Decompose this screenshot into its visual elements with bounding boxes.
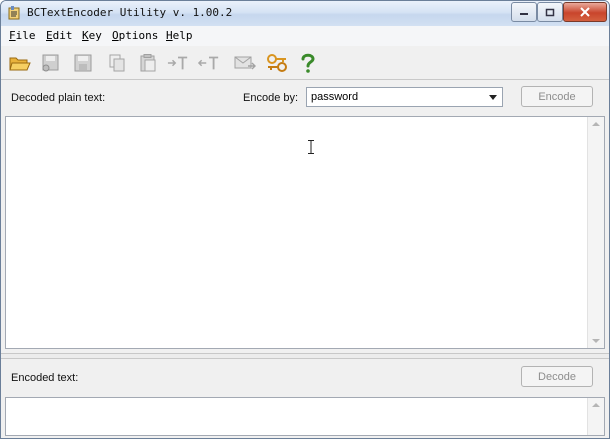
close-icon <box>580 7 590 17</box>
close-button[interactable] <box>563 2 607 22</box>
email-icon <box>234 56 256 70</box>
copy-button[interactable] <box>106 52 128 74</box>
encode-by-select[interactable]: password <box>306 87 503 107</box>
encoded-text-label: Encoded text: <box>11 372 79 384</box>
title-bar[interactable]: BCTextEncoder Utility v. 1.00.2 <box>1 1 609 26</box>
paste-button[interactable] <box>137 52 159 74</box>
decode-text-icon <box>198 56 219 70</box>
maximize-button[interactable] <box>537 2 563 22</box>
key-manager-button[interactable] <box>266 52 288 74</box>
encoded-text-area[interactable] <box>5 397 605 436</box>
save-key-button[interactable] <box>40 52 62 74</box>
menu-bar: File Edit Key Options Help <box>1 26 609 46</box>
dropdown-arrow-icon[interactable] <box>489 95 497 100</box>
app-window: BCTextEncoder Utility v. 1.00.2 File Edi… <box>0 0 610 439</box>
toolbar <box>1 46 609 80</box>
encode-text-icon <box>167 56 188 70</box>
save-key-icon <box>42 54 59 72</box>
decode-text-button[interactable] <box>198 52 220 74</box>
encode-button[interactable]: Encode <box>521 86 593 107</box>
minimize-icon <box>520 13 528 15</box>
decode-button[interactable]: Decode <box>521 366 593 387</box>
app-icon <box>8 6 20 20</box>
open-button[interactable] <box>9 52 31 74</box>
help-icon <box>301 53 315 73</box>
encode-text-button[interactable] <box>167 52 189 74</box>
window-title: BCTextEncoder Utility v. 1.00.2 <box>27 6 233 19</box>
menu-help[interactable]: Help <box>166 29 193 42</box>
scroll-up-icon[interactable] <box>592 122 600 126</box>
copy-icon <box>109 54 125 72</box>
menu-options[interactable]: Options <box>112 29 158 42</box>
pane-splitter[interactable] <box>1 353 609 359</box>
scroll-up-icon[interactable] <box>592 403 600 407</box>
keys-icon <box>267 54 287 72</box>
help-button[interactable] <box>297 52 319 74</box>
maximize-icon <box>545 8 555 16</box>
decoded-text-label: Decoded plain text: <box>11 92 106 104</box>
text-cursor-icon <box>308 140 314 154</box>
menu-edit[interactable]: Edit <box>46 29 73 42</box>
scroll-down-icon[interactable] <box>592 339 600 343</box>
menu-file[interactable]: File <box>9 29 36 42</box>
encoded-scrollbar[interactable] <box>587 398 604 435</box>
decoded-text-area[interactable] <box>5 116 605 349</box>
open-folder-icon <box>9 57 31 71</box>
decoded-scrollbar[interactable] <box>587 117 604 348</box>
save-button[interactable] <box>72 52 94 74</box>
encode-by-label: Encode by: <box>243 92 299 104</box>
paste-icon <box>140 54 156 72</box>
encode-by-value: password <box>311 91 359 103</box>
menu-key[interactable]: Key <box>82 29 102 42</box>
save-icon <box>74 54 92 72</box>
minimize-button[interactable] <box>511 2 537 22</box>
email-button[interactable] <box>234 52 256 74</box>
